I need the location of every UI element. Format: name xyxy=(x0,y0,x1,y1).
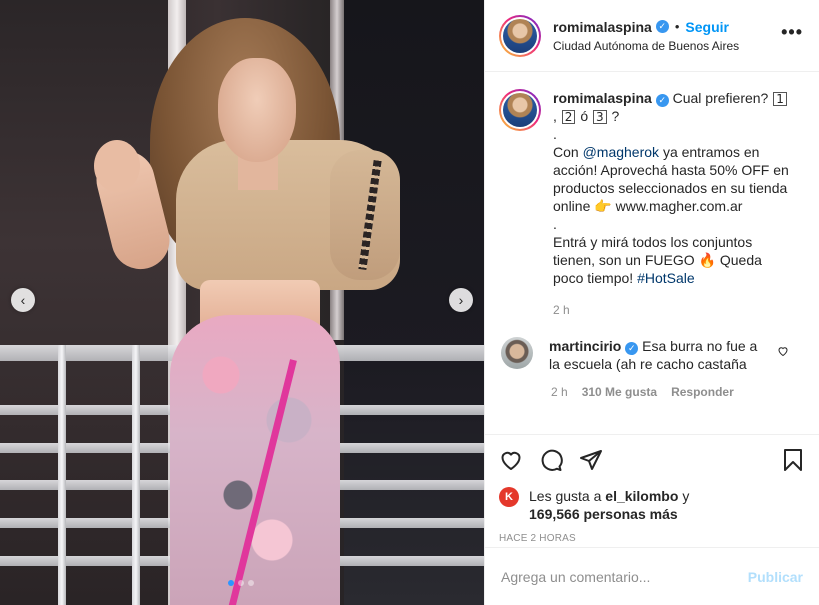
verified-badge-icon: ✓ xyxy=(625,342,639,355)
verified-badge-icon: ✓ xyxy=(655,20,669,33)
photo-railing-post xyxy=(132,345,140,605)
chevron-left-icon: ‹ xyxy=(20,292,26,308)
like-button[interactable] xyxy=(499,446,539,474)
post-sidebar: romimalaspina ✓ • Seguir Ciudad Autónoma… xyxy=(484,0,819,605)
separator: • xyxy=(674,19,680,34)
author-username[interactable]: romimalaspina xyxy=(553,19,652,35)
caption-text: romimalaspina ✓ Cual prefieren? 1, 2 ó 3… xyxy=(553,90,789,286)
add-comment-bar: Publicar xyxy=(485,547,819,605)
comment-likes-count[interactable]: 310 Me gusta xyxy=(582,385,657,399)
caption-author-avatar[interactable] xyxy=(499,89,541,131)
photo-figure-face xyxy=(218,58,296,162)
comment-meta: 2 h 310 Me gusta Responder xyxy=(551,385,803,399)
keycap-one-icon: 1 xyxy=(773,92,787,106)
likes-summary: K Les gusta a el_kilombo y 169,566 perso… xyxy=(499,487,805,523)
hashtag-link[interactable]: #HotSale xyxy=(637,270,695,286)
heart-icon xyxy=(501,451,521,470)
publish-button[interactable]: Publicar xyxy=(748,569,803,585)
website-text: www.magher.com.ar xyxy=(615,198,743,214)
paper-plane-icon xyxy=(580,450,602,470)
header-info: romimalaspina ✓ • Seguir Ciudad Autónoma… xyxy=(553,19,781,53)
save-button[interactable] xyxy=(781,446,805,474)
pointing-hand-icon: 👉 xyxy=(594,198,612,214)
likes-count[interactable]: 169,566 personas más xyxy=(529,506,678,522)
photo-railing-post xyxy=(58,345,66,605)
carousel-dot xyxy=(248,580,254,586)
comment-item: martincirio ✓ Esa burra no fue a la escu… xyxy=(499,337,803,373)
instagram-post: ‹ › romimalaspina ✓ • Seguir Ciudad Autó… xyxy=(0,0,819,605)
caption-timestamp: 2 h xyxy=(553,303,570,317)
share-button[interactable] xyxy=(579,446,619,474)
commenter-username[interactable]: martincirio xyxy=(549,338,621,354)
post-time-ago: HACE 2 HORAS xyxy=(499,533,576,544)
post-actions-section: K Les gusta a el_kilombo y 169,566 perso… xyxy=(485,434,819,544)
photo-figure-leggings xyxy=(170,315,340,605)
post-media[interactable]: ‹ › xyxy=(0,0,484,605)
comment-bubble-icon xyxy=(541,449,563,471)
author-avatar[interactable] xyxy=(499,14,541,57)
carousel-dot xyxy=(238,580,244,586)
carousel-dot xyxy=(228,580,234,586)
carousel-next-button[interactable]: › xyxy=(449,288,473,312)
liker-username[interactable]: el_kilombo xyxy=(605,488,678,504)
post-location[interactable]: Ciudad Autónoma de Buenos Aires xyxy=(553,39,781,53)
liker-avatar[interactable]: K xyxy=(499,487,519,507)
comment-like-heart-icon[interactable] xyxy=(777,345,789,360)
carousel-prev-button[interactable]: ‹ xyxy=(11,288,35,312)
keycap-three-icon: 3 xyxy=(593,110,607,124)
bookmark-icon xyxy=(784,449,802,471)
avatar-image xyxy=(503,18,537,53)
post-header: romimalaspina ✓ • Seguir Ciudad Autónoma… xyxy=(485,0,819,72)
comments-section: romimalaspina ✓ Cual prefieren? 1, 2 ó 3… xyxy=(485,73,819,435)
photo-figure-hand xyxy=(94,140,140,192)
more-options-icon[interactable]: ••• xyxy=(781,22,803,43)
avatar-image xyxy=(503,93,537,127)
comment-button[interactable] xyxy=(539,446,579,474)
fire-icon: 🔥 xyxy=(698,252,716,268)
keycap-two-icon: 2 xyxy=(561,110,576,124)
chevron-right-icon: › xyxy=(458,292,464,308)
verified-badge-icon: ✓ xyxy=(655,94,669,107)
comment-body: martincirio ✓ Esa burra no fue a la escu… xyxy=(549,337,767,373)
comment-time: 2 h xyxy=(551,385,568,399)
caption-username[interactable]: romimalaspina xyxy=(553,90,652,106)
comment-input[interactable] xyxy=(501,568,748,585)
post-caption: romimalaspina ✓ Cual prefieren? 1, 2 ó 3… xyxy=(499,89,803,287)
follow-button[interactable]: Seguir xyxy=(685,19,729,35)
reply-button[interactable]: Responder xyxy=(671,385,734,399)
commenter-avatar[interactable] xyxy=(501,337,533,369)
carousel-indicator xyxy=(228,580,254,586)
action-bar xyxy=(499,445,805,475)
mention-link[interactable]: @magherok xyxy=(583,144,659,160)
